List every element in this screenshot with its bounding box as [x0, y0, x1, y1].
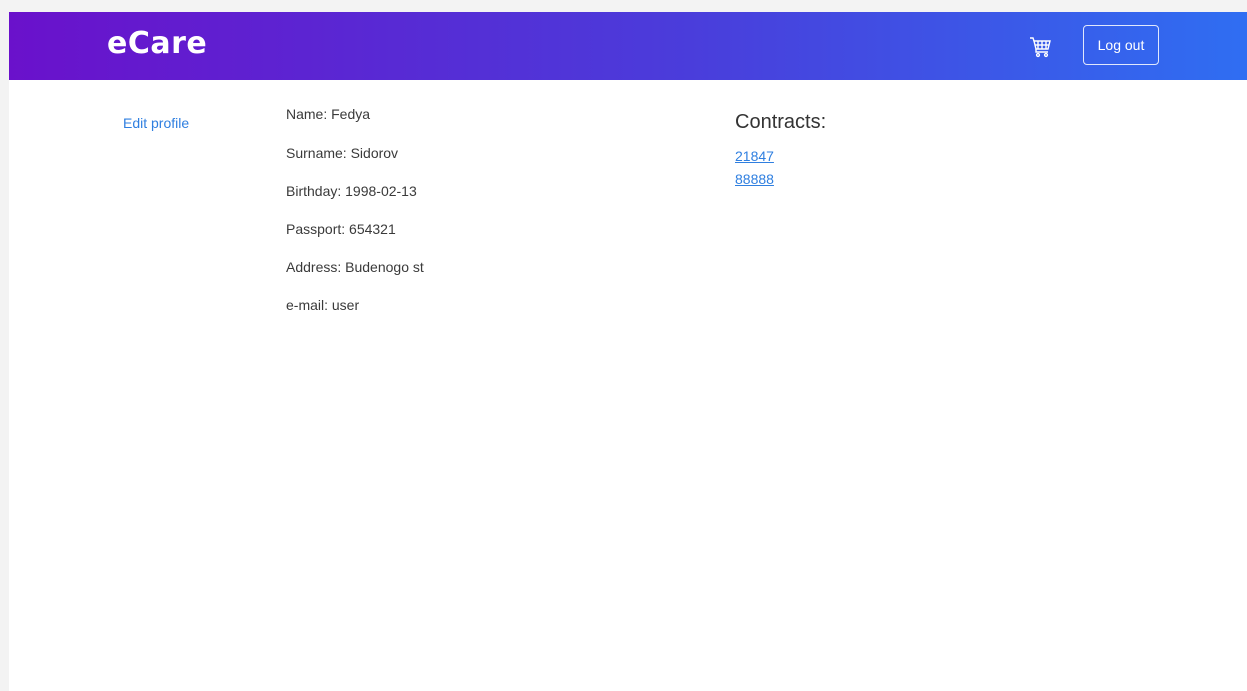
profile-surname: Surname: Sidorov: [286, 145, 399, 161]
profile-name: Name: Fedya: [286, 106, 371, 122]
edit-profile-link[interactable]: Edit profile: [123, 115, 189, 131]
logout-button[interactable]: Log out: [1083, 25, 1159, 65]
navbar: eCare Log out: [9, 12, 1247, 80]
profile-passport: Passport: 654321: [286, 221, 396, 237]
contract-link[interactable]: 88888: [735, 171, 774, 187]
profile-birthday: Birthday: 1998-02-13: [286, 183, 417, 199]
contracts-title: Contracts:: [735, 111, 827, 133]
profile-address: Address: Budenogo st: [286, 259, 424, 275]
cart-icon[interactable]: [1029, 35, 1053, 59]
brand-logo[interactable]: eCare: [107, 26, 207, 61]
profile-email: e-mail: user: [286, 297, 360, 313]
page: eCare Log out Edit profile Name: Fedya S…: [9, 12, 1247, 691]
contract-link[interactable]: 21847: [735, 148, 774, 164]
